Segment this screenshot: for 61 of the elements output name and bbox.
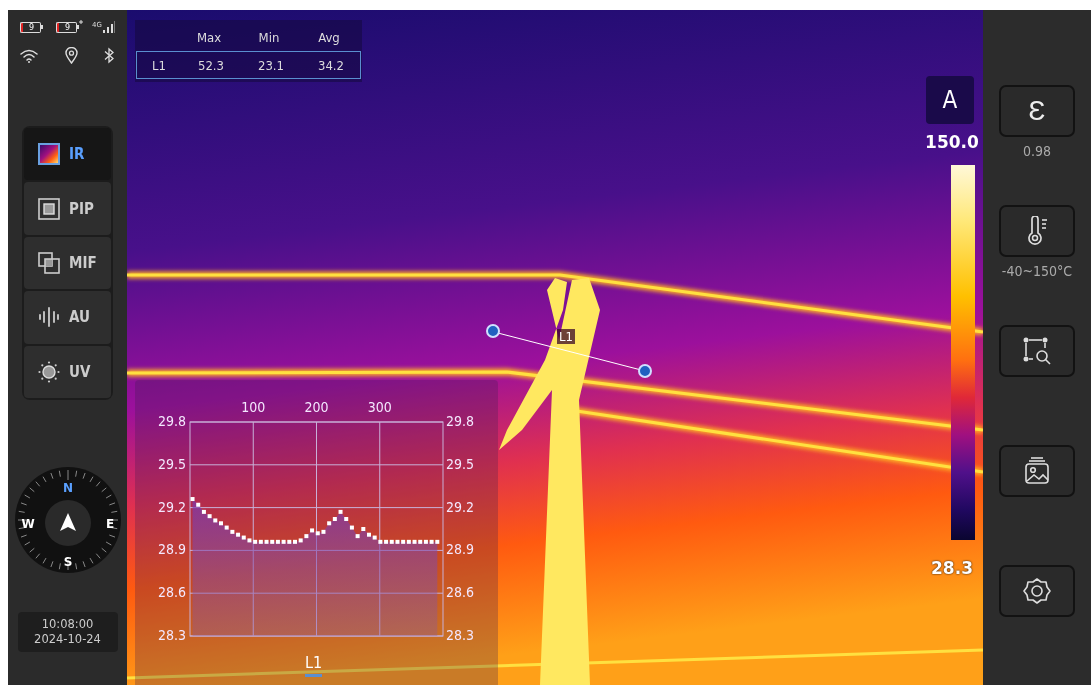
overlapping-squares-icon (38, 252, 60, 274)
axis-tick-label: 28.3 (446, 627, 475, 643)
settings-icon (1022, 576, 1052, 606)
data-point (344, 517, 349, 521)
scale-max-value: 150.0 (924, 132, 980, 152)
table-cell-text: 23.1 (256, 57, 285, 73)
measurement-row[interactable]: L1 52.3 23.1 34.2 (136, 51, 361, 79)
mode-button[interactable]: MIF (24, 236, 111, 290)
axis-tick-label: 200 (304, 399, 329, 415)
axis-tick-label: 28.6 (446, 584, 475, 601)
axis-tick-label: 28.3 (157, 627, 186, 643)
sun-icon (38, 360, 60, 383)
axis-tick-label: 29.2 (446, 498, 475, 515)
mode-button[interactable]: PIP (24, 182, 111, 235)
mode-button[interactable]: IR (24, 128, 111, 181)
column-header: Avg (317, 29, 341, 45)
data-point (349, 525, 354, 530)
tool-value: -40~150°C (1001, 263, 1073, 279)
epsilon-symbol: Ɛ (1028, 96, 1046, 126)
line-label: L1 (557, 329, 575, 344)
region-zoom-icon (1022, 336, 1052, 366)
compass-direction: N (62, 480, 73, 495)
settings-button[interactable] (999, 565, 1075, 617)
compass-direction: W (20, 516, 35, 531)
axis-tick-label: 29.5 (157, 455, 186, 472)
row-label: L1 (151, 57, 167, 73)
auto-range-button[interactable]: A (926, 76, 974, 124)
scale-min-value: 28.3 (930, 558, 974, 578)
mode-button[interactable]: AU (24, 291, 111, 344)
tool-button[interactable]: Ɛ (999, 85, 1075, 137)
data-point (355, 534, 360, 539)
table-cell-text: 52.3 (196, 57, 225, 73)
column-header: Max (195, 29, 223, 45)
tool-button[interactable] (999, 445, 1075, 497)
time-text: 10:08:00 (41, 617, 94, 632)
compass-direction: E (105, 516, 114, 531)
tool-button[interactable] (999, 325, 1075, 377)
palette-icon (38, 143, 60, 166)
axis-tick-label: 300 (367, 399, 392, 415)
data-point (338, 509, 343, 514)
gallery-icon (1022, 456, 1052, 486)
bluetooth-icon (104, 47, 115, 64)
column-header: Min (257, 29, 281, 45)
axis-tick-label: 28.6 (157, 584, 186, 601)
compass-direction: S (63, 554, 72, 569)
location-pin-icon (64, 47, 78, 64)
axis-tick-label: 29.8 (157, 413, 186, 429)
sound-wave-icon (38, 306, 60, 329)
date-text: 2024-10-24 (34, 632, 101, 647)
axis-tick-label: 29.5 (446, 455, 475, 472)
axis-tick-label: 29.2 (157, 498, 186, 515)
tool-value: 0.98 (1022, 143, 1051, 159)
wifi-icon (20, 48, 38, 63)
axis-tick-label: 100 (241, 399, 266, 415)
picture-in-picture-icon (38, 197, 60, 220)
axis-tick-label: 28.9 (157, 541, 186, 558)
axis-tick-label: 29.8 (446, 413, 475, 429)
axis-tick-label: 28.9 (446, 541, 475, 558)
tool-button[interactable] (999, 205, 1075, 257)
table-cell-text: 34.2 (316, 57, 345, 73)
mode-button[interactable]: UV (24, 345, 111, 399)
